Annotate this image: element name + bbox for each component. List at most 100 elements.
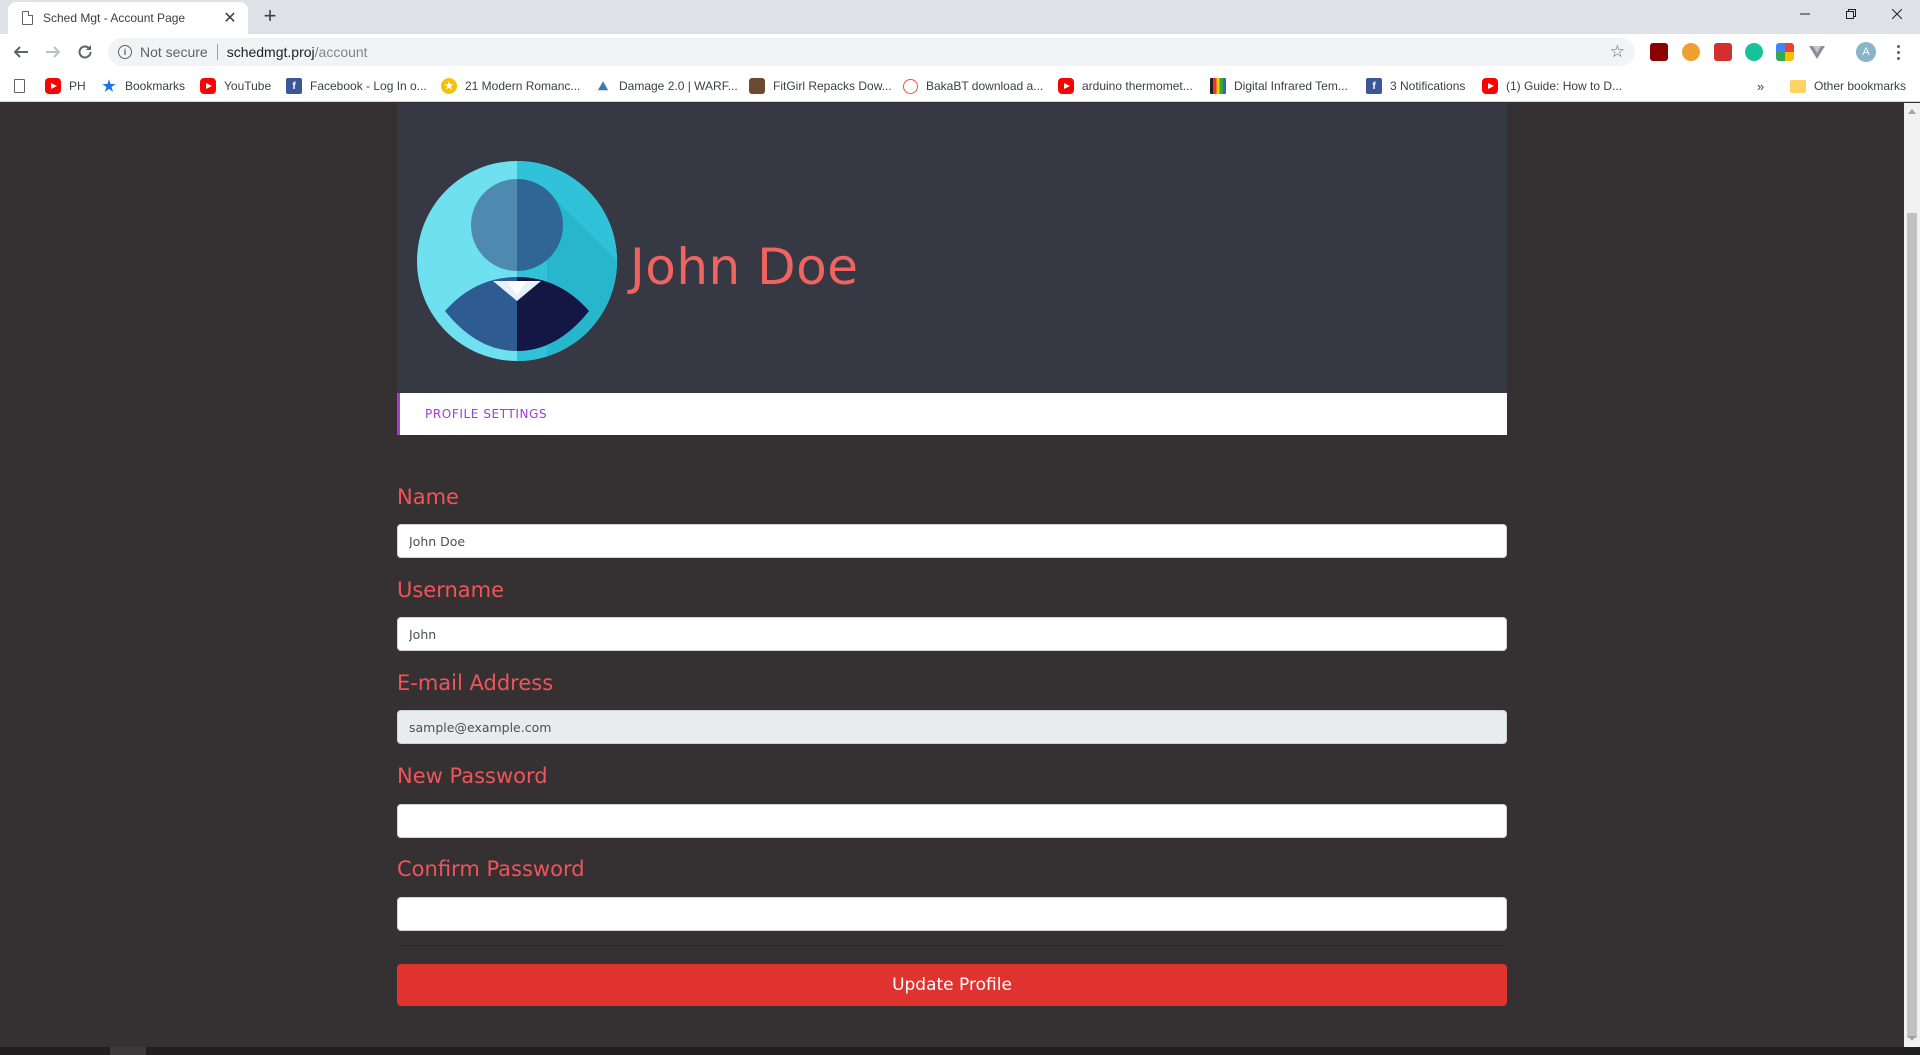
- youtube-icon: [1482, 78, 1498, 94]
- new-password-input[interactable]: [397, 804, 1507, 838]
- email-label: E-mail Address: [397, 671, 554, 695]
- arrow-left-icon: [13, 46, 28, 58]
- taskbar: [0, 1047, 1920, 1055]
- back-button[interactable]: [9, 40, 33, 64]
- star-icon: ★: [102, 78, 116, 95]
- scroll-down-icon[interactable]: [1908, 1036, 1916, 1041]
- restore-icon: [1846, 9, 1856, 19]
- bookmark-label: YouTube: [224, 79, 272, 93]
- coin-icon: ★: [441, 78, 457, 94]
- shop-icon: [1210, 78, 1226, 94]
- facebook-icon: f: [286, 78, 302, 94]
- damage-icon: ⛰: [597, 78, 609, 93]
- profile-name: John Doe: [630, 238, 859, 296]
- bookmark-label: PH: [69, 79, 86, 93]
- bookmark-star-icon[interactable]: ☆: [1610, 43, 1625, 61]
- bookmark-label: Damage 2.0 | WARF...: [619, 79, 738, 93]
- user-avatar-icon: [417, 161, 617, 361]
- tab-close-icon[interactable]: ✕: [222, 8, 238, 28]
- new-password-label: New Password: [397, 764, 548, 788]
- profile-avatar-button[interactable]: A: [1856, 42, 1876, 62]
- bookmark-label: (1) Guide: How to D...: [1506, 79, 1623, 93]
- close-icon: [1892, 9, 1902, 19]
- page-content: John Doe PROFILE SETTINGS Name Username …: [0, 103, 1904, 1055]
- ublock-extension-icon[interactable]: [1650, 43, 1668, 61]
- scrollbar-thumb[interactable]: [1907, 213, 1917, 1038]
- page-icon: [22, 11, 33, 25]
- bookmark-label: Facebook - Log In o...: [310, 79, 427, 93]
- vuetools-extension-icon[interactable]: [1808, 43, 1826, 61]
- other-bookmarks[interactable]: Other bookmarks: [1790, 76, 1906, 96]
- folder-icon: [1790, 79, 1806, 93]
- update-profile-button[interactable]: Update Profile: [397, 964, 1507, 1006]
- bookmark-label: Bookmarks: [125, 79, 186, 93]
- facebook-icon: f: [1366, 78, 1382, 94]
- google-extension-icon[interactable]: [1776, 43, 1794, 61]
- pdf-extension-icon[interactable]: [1714, 43, 1732, 61]
- bookmark-item[interactable]: BakaBT download a...: [903, 76, 1043, 96]
- bookmark-item[interactable]: f 3 Notifications: [1366, 76, 1465, 96]
- scroll-up-icon[interactable]: [1908, 109, 1916, 114]
- bookmark-item[interactable]: YouTube: [200, 76, 271, 96]
- youtube-icon: [1058, 78, 1074, 94]
- url-path: /account: [314, 44, 368, 60]
- bookmark-label: Other bookmarks: [1814, 79, 1907, 93]
- youtube-icon: [200, 78, 216, 94]
- bookmark-label: arduino thermomet...: [1082, 79, 1193, 93]
- profile-header: John Doe: [397, 103, 1507, 393]
- bookmark-item[interactable]: ★ 21 Modern Romanc...: [441, 76, 580, 96]
- omnibox-divider: [216, 44, 218, 60]
- bookmark-item[interactable]: (1) Guide: How to D...: [1482, 76, 1622, 96]
- name-label: Name: [397, 485, 459, 509]
- bookmark-item[interactable]: f Facebook - Log In o...: [286, 76, 427, 96]
- bookmarks-overflow-button[interactable]: »: [1757, 76, 1764, 96]
- name-input[interactable]: [397, 524, 1507, 558]
- browser-tab-active[interactable]: Sched Mgt - Account Page ✕: [8, 2, 248, 34]
- bookmark-label: 21 Modern Romanc...: [465, 79, 581, 93]
- taskbar-item: [110, 1047, 146, 1055]
- page-icon: [14, 79, 25, 93]
- tab-strip: Sched Mgt - Account Page ✕ +: [0, 0, 1920, 34]
- tab-label: PROFILE SETTINGS: [425, 407, 548, 421]
- restore-button[interactable]: [1828, 0, 1874, 28]
- email-input[interactable]: [397, 710, 1507, 744]
- minimize-button[interactable]: [1782, 0, 1828, 28]
- username-input[interactable]: [397, 617, 1507, 651]
- username-label: Username: [397, 578, 505, 602]
- confirm-password-input[interactable]: [397, 897, 1507, 931]
- not-secure-label: Not secure: [140, 44, 208, 60]
- bookmark-item[interactable]: arduino thermomet...: [1058, 76, 1193, 96]
- extension-icon[interactable]: [1682, 43, 1700, 61]
- minimize-icon: [1800, 13, 1810, 15]
- grammarly-extension-icon[interactable]: [1745, 43, 1763, 61]
- url-host: schedmgt.proj: [226, 44, 315, 60]
- bookmark-item[interactable]: PH: [45, 76, 86, 96]
- fitgirl-icon: [749, 78, 765, 94]
- info-icon[interactable]: i: [118, 45, 132, 59]
- bookmark-item[interactable]: ★ Bookmarks: [101, 76, 185, 96]
- reload-button[interactable]: [73, 40, 97, 64]
- bookmark-label: Digital Infrared Tem...: [1234, 79, 1348, 93]
- bookmark-item[interactable]: FitGirl Repacks Dow...: [749, 76, 892, 96]
- close-window-button[interactable]: [1874, 0, 1920, 28]
- forward-button[interactable]: [41, 40, 65, 64]
- page-scrollbar[interactable]: [1904, 103, 1920, 1047]
- new-tab-button[interactable]: +: [258, 4, 282, 28]
- tab-profile-settings[interactable]: PROFILE SETTINGS: [397, 393, 1507, 435]
- browser-menu-icon[interactable]: [1890, 41, 1906, 63]
- bookmark-label: BakaBT download a...: [926, 79, 1044, 93]
- bookmarks-bar: PH ★ Bookmarks YouTube f Facebook - Log In…: [0, 70, 1920, 102]
- browser-toolbar: i Not secure schedmgt.proj /account ☆ A: [0, 34, 1920, 70]
- youtube-icon: [45, 78, 61, 94]
- form-divider: [397, 945, 1507, 946]
- bookmark-label: FitGirl Repacks Dow...: [773, 79, 892, 93]
- address-bar[interactable]: i Not secure schedmgt.proj /account ☆: [108, 38, 1635, 66]
- arrow-right-icon: [46, 46, 61, 58]
- bookmark-item[interactable]: ⛰ Damage 2.0 | WARF...: [595, 76, 738, 96]
- bookmark-label: 3 Notifications: [1390, 79, 1466, 93]
- bookmark-item[interactable]: Digital Infrared Tem...: [1210, 76, 1348, 96]
- apps-bookmark[interactable]: [14, 76, 33, 96]
- bakabt-icon: [903, 78, 918, 94]
- reload-icon: [78, 45, 92, 59]
- confirm-password-label: Confirm Password: [397, 857, 585, 881]
